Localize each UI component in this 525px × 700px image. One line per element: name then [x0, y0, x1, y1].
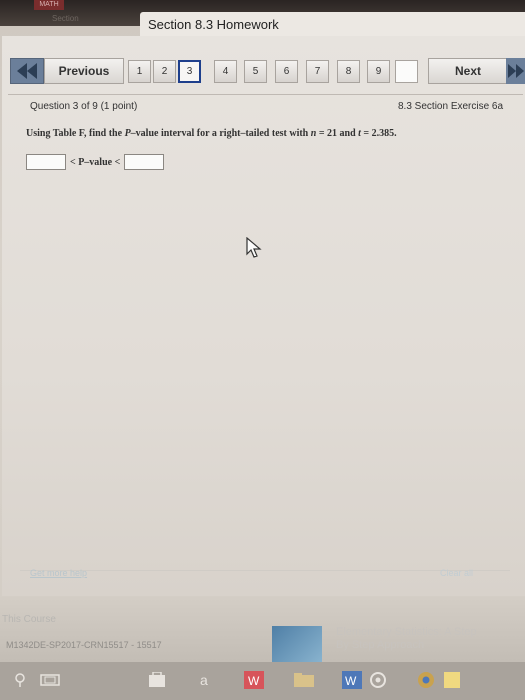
book-cover-image — [272, 626, 322, 664]
main-panel — [2, 36, 525, 596]
question-button-9[interactable]: 9 — [367, 60, 390, 83]
prompt-mid: –value interval for a right–tailed test … — [130, 128, 311, 139]
prompt-prefix: Using Table F, find the — [26, 128, 125, 139]
lower-bound-input[interactable] — [26, 154, 66, 170]
book-title: Elementary Statistics: A Step By Step Ap… — [336, 626, 477, 652]
double-left-arrow-icon — [17, 63, 37, 79]
question-button-2[interactable]: 2 — [153, 60, 176, 83]
answer-row: < P–value < — [26, 153, 165, 171]
previous-button[interactable]: Previous — [44, 58, 124, 84]
browser-icon[interactable] — [366, 668, 390, 692]
upper-bound-input[interactable] — [124, 154, 165, 170]
question-progress: Question 3 of 9 (1 point) — [30, 101, 138, 112]
next-arrow-button[interactable] — [506, 58, 525, 84]
book-title-line1: Elementary Statistics: A Step — [336, 626, 477, 638]
store-app-icon[interactable] — [145, 668, 169, 692]
word-app-icon[interactable]: W — [340, 668, 364, 692]
get-more-help-link[interactable]: Get more help — [30, 568, 87, 578]
page-title: Section 8.3 Homework — [148, 17, 279, 32]
book-title-line2: By Step Approach — [336, 639, 425, 651]
question-button-7[interactable]: 7 — [306, 60, 329, 83]
question-button-3[interactable]: 3 — [178, 60, 201, 83]
question-nav: Previous 1 2 3 4 5 6 7 8 9 Next — [10, 58, 525, 84]
next-button[interactable]: Next — [428, 58, 508, 84]
prompt-n-eq: = 21 and — [316, 128, 359, 139]
top-left-text: Section — [52, 14, 79, 23]
title-tab: Section 8.3 Homework — [140, 12, 525, 36]
search-icon[interactable] — [8, 668, 32, 692]
prompt-t-eq: = 2.385. — [360, 128, 397, 139]
chrome-icon[interactable] — [414, 668, 438, 692]
question-button-blank[interactable] — [395, 60, 418, 83]
question-button-8[interactable]: 8 — [337, 60, 360, 83]
mouse-cursor-icon — [246, 236, 262, 264]
question-header: Question 3 of 9 (1 point) 8.3 Section Ex… — [8, 94, 523, 115]
file-explorer-icon[interactable] — [292, 668, 316, 692]
course-code: M1342DE-SP2017-CRN15517 - 15517 — [6, 640, 162, 650]
exercise-label: 8.3 Section Exercise 6a — [398, 101, 504, 112]
sticky-notes-icon[interactable] — [440, 668, 464, 692]
task-view-icon[interactable] — [38, 668, 62, 692]
question-button-1[interactable]: 1 — [128, 60, 151, 83]
question-button-5[interactable]: 5 — [244, 60, 267, 83]
svg-text:a: a — [200, 672, 208, 688]
brand-tag: MATH — [34, 0, 64, 10]
pvalue-inequality-label: < P–value < — [70, 156, 121, 168]
previous-arrow-button[interactable] — [10, 58, 44, 84]
svg-text:W: W — [345, 674, 357, 688]
question-button-6[interactable]: 6 — [275, 60, 298, 83]
app-tile-icon[interactable]: W — [242, 668, 266, 692]
amazon-app-icon[interactable]: a — [193, 668, 217, 692]
svg-text:W: W — [248, 674, 260, 688]
clear-all-button[interactable]: Clear all — [440, 568, 473, 578]
double-right-arrow-icon — [508, 64, 524, 78]
footer-divider — [20, 570, 510, 585]
course-label: This Course — [2, 614, 56, 625]
question-prompt: Using Table F, find the P–value interval… — [26, 128, 397, 139]
question-button-4[interactable]: 4 — [214, 60, 237, 83]
